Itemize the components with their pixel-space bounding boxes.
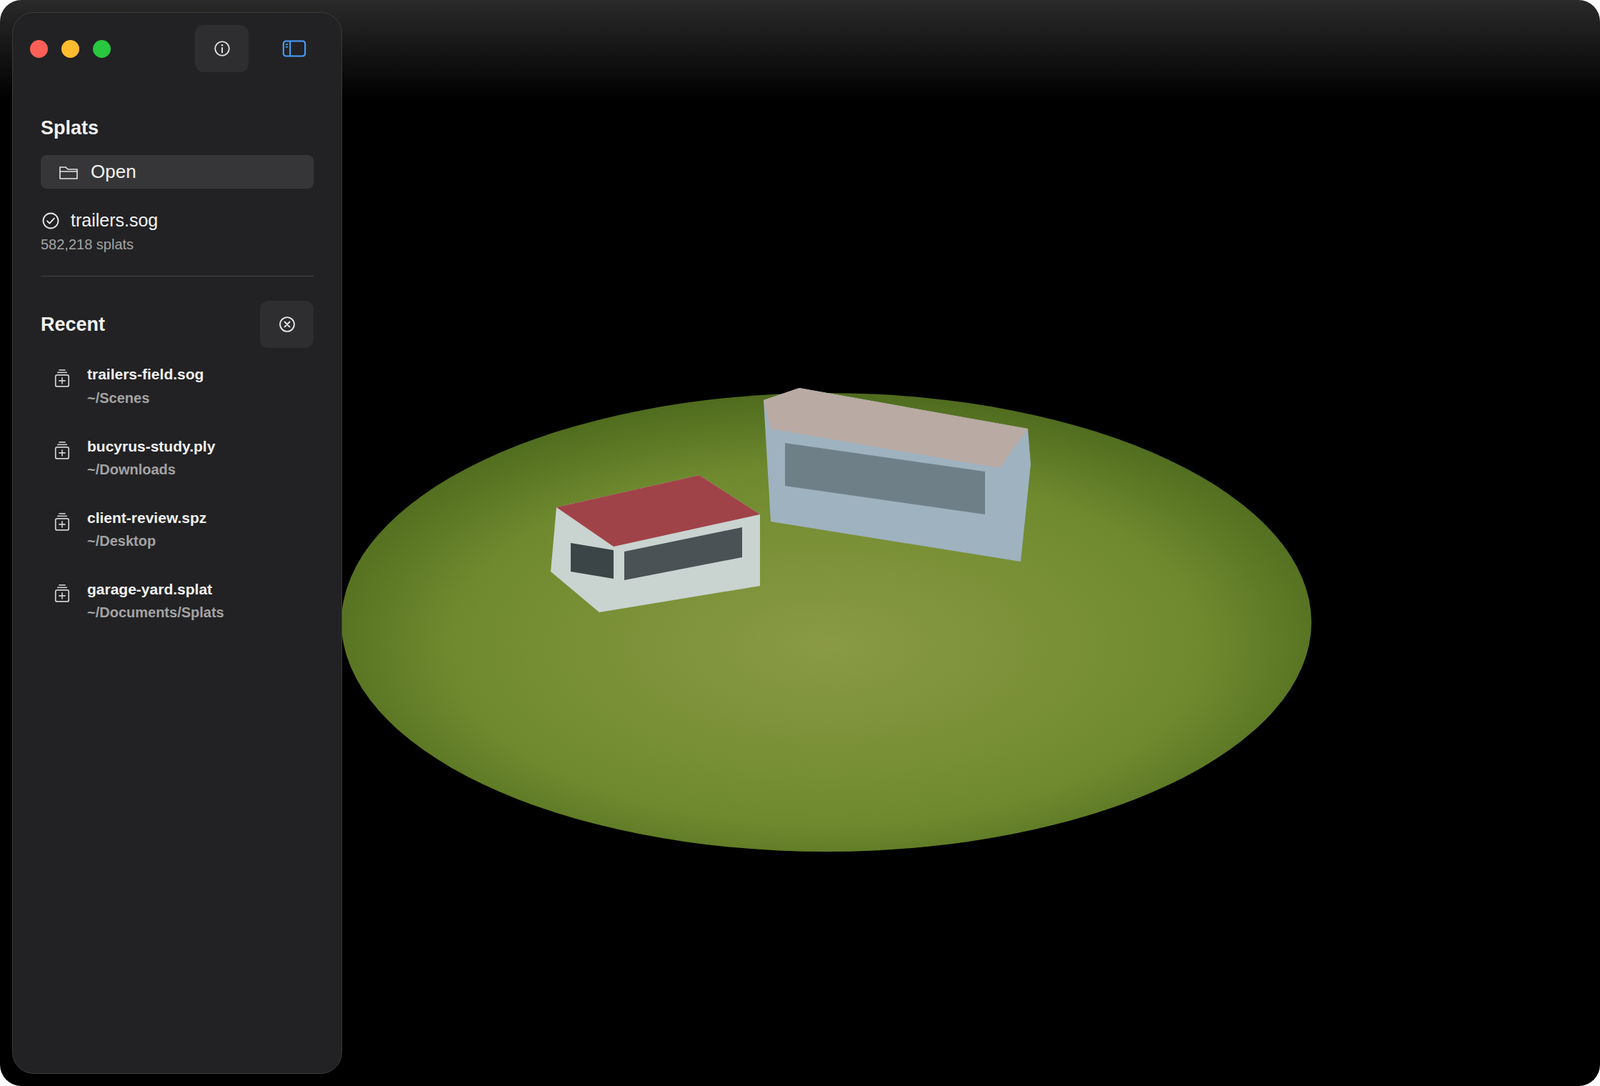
splat-file-icon [52, 582, 73, 605]
recent-item[interactable]: garage-yard.splat ~/Documents/Splats [52, 580, 314, 621]
recent-file-name: trailers-field.sog [87, 365, 204, 383]
clear-recent-button[interactable] [260, 300, 314, 348]
splats-heading: Splats [40, 116, 314, 140]
divider [40, 275, 314, 277]
sidebar: Splats Open trailers.sog 582,218 splats … [12, 12, 343, 1074]
clear-icon [277, 314, 298, 335]
sidebar-toggle-button[interactable] [267, 25, 321, 73]
sidebar-icon [281, 38, 308, 59]
titlebar [30, 12, 321, 85]
recent-file-path: ~/Documents/Splats [87, 603, 225, 621]
window-controls [30, 40, 111, 58]
folder-icon [57, 163, 80, 181]
info-icon [212, 39, 232, 58]
minimize-button[interactable] [61, 40, 80, 58]
recent-item[interactable]: bucyrus-study.ply ~/Downloads [52, 437, 314, 478]
splat-render [342, 0, 1600, 1086]
zoom-button[interactable] [92, 40, 111, 58]
close-button[interactable] [30, 40, 48, 58]
recent-file-name: garage-yard.splat [87, 580, 225, 598]
recent-file-name: bucyrus-study.ply [87, 437, 215, 455]
splat-count: 582,218 splats [40, 236, 314, 253]
app-window: Splats Open trailers.sog 582,218 splats … [0, 0, 1600, 1086]
recent-file-path: ~/Downloads [87, 460, 215, 478]
recent-heading: Recent [40, 312, 105, 336]
recent-item[interactable]: trailers-field.sog ~/Scenes [52, 365, 314, 406]
recent-file-path: ~/Desktop [87, 532, 207, 550]
splat-file-icon [52, 511, 73, 533]
splat-viewport[interactable] [342, 0, 1600, 1086]
splat-file-icon [52, 440, 73, 462]
open-button[interactable]: Open [40, 155, 314, 189]
recent-item[interactable]: client-review.spz ~/Desktop [52, 508, 314, 550]
current-file-name: trailers.sog [70, 210, 158, 231]
current-file[interactable]: trailers.sog 582,218 splats [40, 210, 314, 253]
recent-list: trailers-field.sog ~/Scenes bucyrus-stud… [40, 365, 314, 621]
recent-file-name: client-review.spz [87, 508, 207, 527]
check-circle-icon [40, 210, 61, 231]
info-button[interactable] [195, 25, 249, 73]
recent-file-path: ~/Scenes [87, 389, 204, 407]
splat-file-icon [52, 367, 73, 390]
